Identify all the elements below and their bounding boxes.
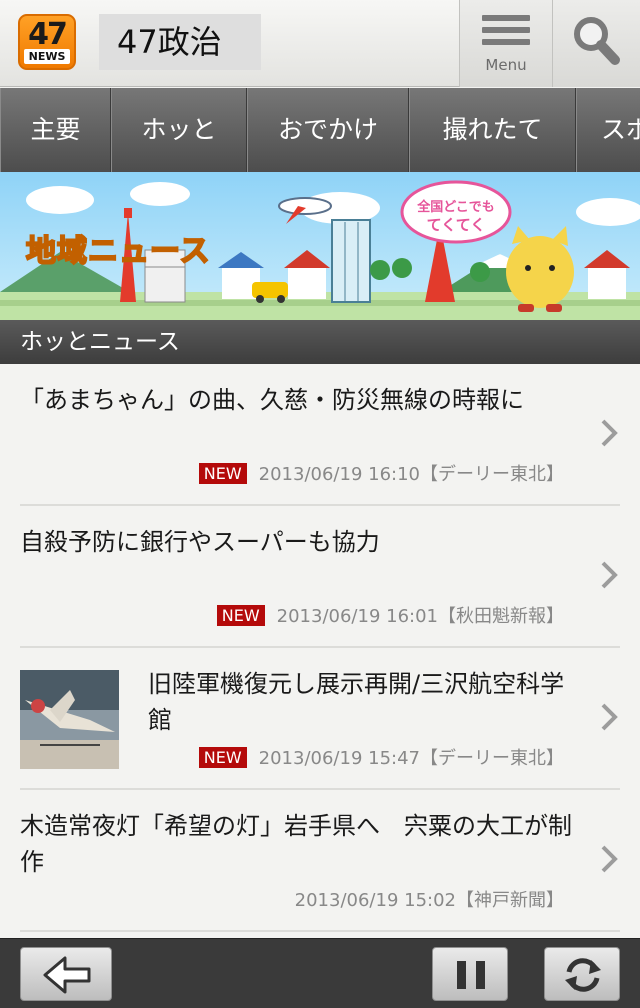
47news-logo[interactable]: 47 NEWS bbox=[18, 14, 76, 70]
article-source: 【デーリー東北】 bbox=[420, 464, 564, 485]
pause-button[interactable] bbox=[432, 947, 508, 1001]
page-title: 47政治 bbox=[99, 14, 261, 70]
tab-hotto[interactable]: ホッと bbox=[111, 88, 247, 172]
article-meta: NEW 2013/06/19 16:01【秋田魁新報】 bbox=[44, 602, 564, 628]
tab-main[interactable]: 主要 bbox=[0, 88, 111, 172]
arrow-left-icon bbox=[43, 956, 91, 994]
back-button[interactable] bbox=[20, 947, 112, 1001]
chevron-right-icon bbox=[601, 419, 618, 447]
article-datetime: 2013/06/19 16:10 bbox=[258, 464, 420, 485]
article-headline: 自殺予防に銀行やスーパーも協力 bbox=[20, 528, 380, 556]
tab-toretate[interactable]: 撮れたて bbox=[409, 88, 576, 172]
article-datetime: 2013/06/19 16:01 bbox=[276, 606, 438, 627]
refresh-button[interactable] bbox=[544, 947, 620, 1001]
chevron-right-icon bbox=[601, 703, 618, 731]
list-item[interactable]: 自殺予防に銀行やスーパーも協力 NEW 2013/06/19 16:01【秋田魁新… bbox=[0, 506, 640, 648]
banner-bubble-line1: 全国どこでも bbox=[417, 200, 495, 215]
category-tabs: 主要 ホッと おでかけ 撮れたて スポ bbox=[0, 88, 640, 172]
article-meta: NEW 2013/06/19 16:10【デーリー東北】 bbox=[44, 460, 564, 486]
tab-odekake[interactable]: おでかけ bbox=[247, 88, 409, 172]
chevron-right-icon bbox=[601, 561, 618, 589]
new-badge: NEW bbox=[198, 747, 247, 768]
regional-news-banner[interactable]: 地域ニュース 全国どこでも てくてく bbox=[0, 172, 640, 320]
new-badge: NEW bbox=[198, 463, 247, 484]
search-icon bbox=[574, 17, 620, 65]
article-source: 【秋田魁新報】 bbox=[438, 606, 564, 627]
menu-label: Menu bbox=[485, 56, 527, 74]
article-meta: 2013/06/19 15:02【神戸新聞】 bbox=[44, 886, 564, 912]
article-datetime: 2013/06/19 15:47 bbox=[258, 748, 420, 769]
new-badge: NEW bbox=[216, 605, 265, 626]
hamburger-icon bbox=[482, 15, 530, 51]
logo-sub: NEWS bbox=[24, 49, 70, 64]
article-headline: 木造常夜灯「希望の灯」岩手県へ 宍粟の大工が制作 bbox=[20, 812, 572, 876]
article-headline: 旧陸軍機復元し展示再開/三沢航空科学館 bbox=[148, 670, 565, 734]
chevron-right-icon bbox=[601, 845, 618, 873]
pause-icon bbox=[457, 961, 485, 989]
banner-bubble-line2: てくてく bbox=[426, 216, 486, 234]
article-meta: NEW 2013/06/19 15:47【デーリー東北】 bbox=[44, 744, 564, 770]
list-item[interactable]: 旧陸軍機復元し展示再開/三沢航空科学館 NEW 2013/06/19 15:47【… bbox=[0, 648, 640, 790]
article-datetime: 2013/06/19 15:02 bbox=[294, 890, 456, 911]
logo-number: 47 bbox=[28, 17, 68, 52]
tab-sports[interactable]: スポ bbox=[576, 88, 640, 172]
banner-title: 地域ニュース bbox=[25, 233, 211, 270]
search-button[interactable] bbox=[552, 0, 640, 87]
list-item[interactable]: 「あまちゃん」の曲、久慈・防災無線の時報に NEW 2013/06/19 16:1… bbox=[0, 364, 640, 506]
article-source: 【神戸新聞】 bbox=[456, 890, 564, 911]
article-headline: 「あまちゃん」の曲、久慈・防災無線の時報に bbox=[20, 386, 524, 414]
divider bbox=[20, 930, 620, 932]
refresh-icon bbox=[565, 958, 601, 992]
section-title: ホッとニュース bbox=[0, 320, 640, 364]
menu-button[interactable]: Menu bbox=[459, 0, 552, 87]
bottom-toolbar bbox=[0, 938, 640, 1008]
app-header: 47 NEWS 47政治 Menu bbox=[0, 0, 640, 87]
list-item[interactable]: 木造常夜灯「希望の灯」岩手県へ 宍粟の大工が制作 2013/06/19 15:0… bbox=[0, 790, 640, 932]
article-source: 【デーリー東北】 bbox=[420, 748, 564, 769]
